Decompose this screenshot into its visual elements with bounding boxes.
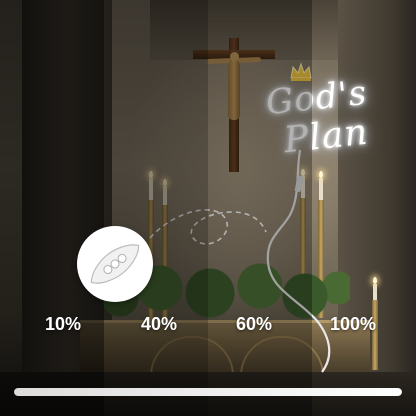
brightness-slider-fill: [14, 388, 402, 396]
product-brightness-image: God's Plan 10% 40% 60% 100%: [0, 0, 416, 416]
brightness-band: [208, 0, 312, 416]
brightness-band: [0, 0, 104, 416]
brightness-band: [104, 0, 208, 416]
brightness-slider: [14, 388, 402, 396]
brightness-label-100: 100%: [329, 314, 377, 334]
dimmer-remote-icon: [90, 244, 140, 284]
brightness-label-60: 60%: [235, 314, 273, 334]
brightness-label-10: 10%: [44, 314, 82, 334]
brightness-label-40: 40%: [140, 314, 178, 334]
